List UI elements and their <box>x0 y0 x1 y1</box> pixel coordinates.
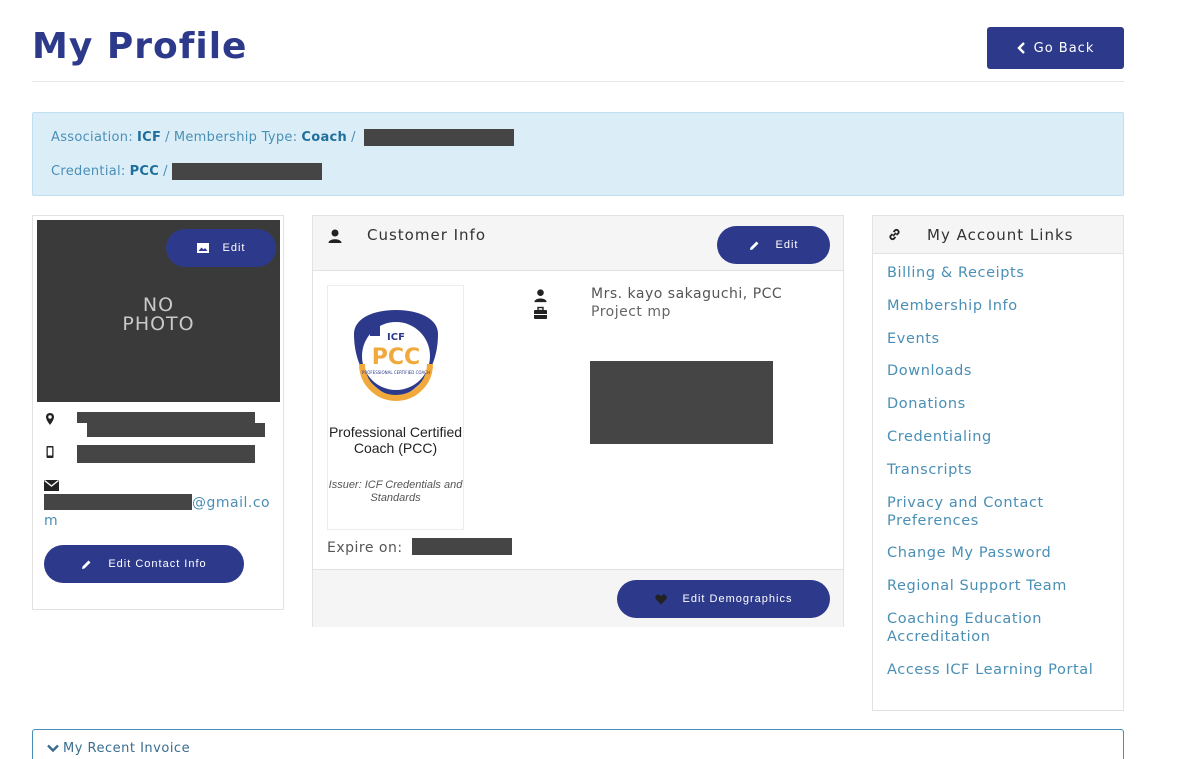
badge-issuer: Issuer: ICF Credentials and Standards <box>328 479 463 504</box>
no-photo-placeholder: NO PHOTO <box>37 296 280 334</box>
pencil-icon <box>749 241 759 250</box>
membership-line: Association: ICF / Membership Type: Coac… <box>51 129 514 146</box>
link-coaching-education-accreditation[interactable]: Coaching Education Accreditation <box>887 610 1112 646</box>
image-icon <box>196 243 209 253</box>
edit-label: Edit <box>775 239 799 251</box>
user-icon <box>534 289 547 303</box>
redacted-block <box>44 494 192 510</box>
edit-customer-info-button[interactable]: Edit <box>717 226 830 264</box>
customer-info-header: Customer Info Edit <box>313 216 843 271</box>
membership-info-bar: Association: ICF / Membership Type: Coac… <box>32 112 1124 196</box>
chevron-left-icon <box>1016 42 1025 54</box>
link-membership-info[interactable]: Membership Info <box>887 297 1112 315</box>
title-divider <box>32 81 1124 82</box>
edit-photo-label: Edit <box>222 242 246 254</box>
link-transcripts[interactable]: Transcripts <box>887 461 1112 479</box>
go-back-button[interactable]: Go Back <box>987 27 1124 69</box>
membership-type-value: Coach <box>301 130 348 145</box>
edit-demographics-button[interactable]: Edit Demographics <box>617 580 830 618</box>
go-back-label: Go Back <box>1033 40 1095 56</box>
badge-mark-sub: PROFESSIONAL CERTIFIED COACH <box>362 370 430 375</box>
link-change-password[interactable]: Change My Password <box>887 544 1112 562</box>
link-downloads[interactable]: Downloads <box>887 362 1112 380</box>
account-links-title: My Account Links <box>927 226 1074 244</box>
account-links-list: Billing & Receipts Membership Info Event… <box>887 264 1112 694</box>
email-address[interactable]: @gmail.com <box>44 494 274 530</box>
pcc-badge-icon: ICF PCC PROFESSIONAL CERTIFIED COACH <box>354 310 438 401</box>
recent-invoice-header[interactable]: My Recent Invoice <box>47 741 190 756</box>
expire-row: Expire on: <box>327 538 512 556</box>
redacted-block <box>77 445 255 463</box>
link-events[interactable]: Events <box>887 330 1112 348</box>
recent-invoice-title: My Recent Invoice <box>63 741 191 756</box>
association-label: Association: <box>51 130 133 145</box>
phone-row <box>43 445 255 463</box>
link-privacy-contact-preferences[interactable]: Privacy and Contact Preferences <box>887 494 1112 530</box>
chevron-down-icon <box>47 744 59 753</box>
credential-value: PCC <box>129 164 160 179</box>
profile-card: NO PHOTO Edit @gmail.com Edit Contact In… <box>32 215 284 610</box>
association-value: ICF <box>137 130 162 145</box>
pencil-icon <box>82 560 91 569</box>
edit-demographics-label: Edit Demographics <box>682 593 793 605</box>
redacted-block <box>77 412 255 423</box>
account-links-header: My Account Links <box>873 216 1123 254</box>
profile-photo: NO PHOTO Edit <box>37 220 280 402</box>
link-chain-icon <box>889 228 900 241</box>
customer-info-title: Customer Info <box>367 226 487 244</box>
heart-icon <box>654 594 667 604</box>
redacted-block <box>411 538 512 555</box>
edit-contact-label: Edit Contact Info <box>108 558 207 570</box>
mobile-phone-icon <box>46 446 54 458</box>
address-row <box>43 412 265 437</box>
separator: / <box>351 130 356 145</box>
edit-contact-info-button[interactable]: Edit Contact Info <box>44 545 244 583</box>
badge-title: Professional Certified Coach (PCC) <box>328 424 463 456</box>
credential-label: Credential: <box>51 164 126 179</box>
redacted-block <box>87 423 265 437</box>
link-regional-support-team[interactable]: Regional Support Team <box>887 577 1112 595</box>
link-billing-receipts[interactable]: Billing & Receipts <box>887 264 1112 282</box>
account-links-card: My Account Links Billing & Receipts Memb… <box>872 215 1124 711</box>
redacted-block <box>590 361 773 444</box>
recent-invoice-panel[interactable]: My Recent Invoice <box>32 729 1124 759</box>
briefcase-icon <box>534 306 547 319</box>
credential-badge-card[interactable]: ICF PCC PROFESSIONAL CERTIFIED COACH Pro… <box>327 285 464 530</box>
map-pin-icon <box>46 413 54 425</box>
badge-mark: PCC <box>372 345 420 370</box>
page-title: My Profile <box>32 26 248 67</box>
edit-photo-button[interactable]: Edit <box>166 229 276 267</box>
expire-label: Expire on: <box>327 540 403 556</box>
redacted-block <box>171 163 322 180</box>
user-icon <box>328 229 342 243</box>
redacted-block <box>363 129 514 146</box>
customer-name: Mrs. kayo sakaguchi, PCC <box>591 286 783 302</box>
no-photo-line: PHOTO <box>122 313 195 335</box>
separator: / <box>165 130 170 145</box>
separator: / <box>163 164 168 179</box>
credential-line: Credential: PCC / <box>51 163 322 180</box>
customer-info-card: Customer Info Edit ICF PCC PROFESSIONAL … <box>312 215 844 627</box>
link-donations[interactable]: Donations <box>887 395 1112 413</box>
membership-type-label: Membership Type: <box>173 130 298 145</box>
envelope-icon <box>44 480 59 491</box>
badge-mark-top: ICF <box>387 332 405 343</box>
customer-project: Project mp <box>591 304 671 320</box>
link-learning-portal[interactable]: Access ICF Learning Portal <box>887 661 1112 679</box>
customer-info-footer: Edit Demographics <box>313 569 843 627</box>
link-credentialing[interactable]: Credentialing <box>887 428 1112 446</box>
